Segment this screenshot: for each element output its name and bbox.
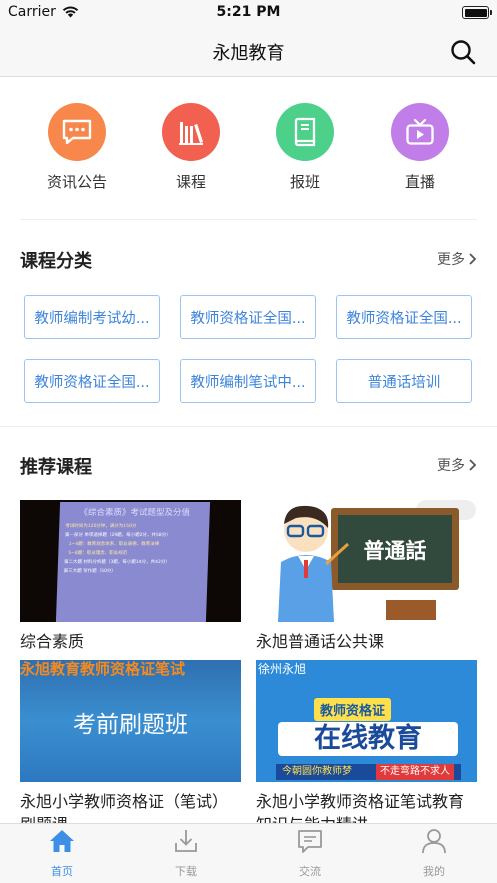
tab-label: 首页: [51, 865, 73, 878]
section-divider: [0, 426, 497, 427]
chat-bubble-icon: [62, 119, 92, 145]
thumbnail-slogan: 今朝圆你教师梦 不走弯路不求人: [276, 764, 461, 780]
blackboard-text: 普通話: [364, 538, 427, 563]
tab-bar: 首页 下载 交流 我的: [0, 823, 497, 883]
category-label: 教师编制考试幼...: [34, 310, 150, 327]
category-more-link[interactable]: 更多: [437, 249, 477, 269]
teacher-illustration: 普通話: [278, 500, 476, 622]
category-button[interactable]: 教师资格证全国...: [180, 295, 316, 339]
category-label: 教师资格证全国...: [34, 374, 150, 391]
category-label: 普通话培训: [367, 374, 441, 391]
course-thumbnail: 《综合素质》考试题型及分值 考试时间为120分钟，满分为150分 第一部分 单项…: [20, 500, 241, 622]
course-name: 永旭普通话公共课: [256, 632, 385, 651]
thumbnail-slogan-left: 今朝圆你教师梦: [282, 766, 352, 777]
tab-profile[interactable]: 我的: [394, 828, 474, 879]
course-card[interactable]: 《综合素质》考试题型及分值 考试时间为120分钟，满分为150分 第一部分 单项…: [20, 500, 241, 653]
quick-circle-courses: [162, 103, 220, 161]
course-thumbnail: 普通話: [256, 500, 477, 622]
page-title: 永旭教育: [212, 43, 285, 64]
tv-icon: [406, 118, 434, 145]
quick-label-news: 资讯公告: [46, 173, 107, 191]
chevron-right-icon: [469, 253, 477, 265]
thumbnail-title: 在线教育: [278, 722, 458, 756]
status-bar: Carrier 5:21 PM: [0, 0, 497, 26]
slide-line: 第一部分 单项选择题（29题，每小题2分，共58分）: [64, 533, 171, 538]
thumbnail-corner-text: 徐州永旭: [258, 662, 307, 676]
course-name: 永旭小学教师资格证（笔试）刷题课: [20, 792, 229, 826]
chevron-right-icon: [469, 459, 477, 471]
slide-line: 5~8题：职业理念、职业规范: [68, 551, 128, 556]
slide-line: 第二大题 材料分析题（3题，每小题14分，共42分）: [63, 560, 170, 565]
recommended-more-link[interactable]: 更多: [437, 455, 477, 475]
recommended-section-title: 推荐课程: [20, 457, 92, 478]
message-icon: [298, 830, 322, 853]
tab-label: 下载: [175, 865, 197, 878]
tab-label: 我的: [423, 865, 445, 878]
quick-circle-live: [391, 103, 449, 161]
course-thumbnail: 永旭教育教师资格证笔试 考前刷题班: [20, 660, 241, 782]
category-button[interactable]: 教师编制考试幼...: [24, 295, 160, 339]
category-more-label: 更多: [437, 252, 465, 268]
quick-item-news[interactable]: 资讯公告: [37, 100, 117, 192]
quick-label-courses: 课程: [175, 173, 206, 191]
quick-circle-enroll: [276, 103, 334, 161]
home-icon: [50, 830, 74, 852]
category-button[interactable]: 教师资格证全国...: [336, 295, 472, 339]
recommended-more-label: 更多: [437, 458, 465, 474]
tab-messages[interactable]: 交流: [270, 828, 350, 879]
quick-label-enroll: 报班: [289, 173, 320, 191]
slide-line: 1~4题：教育观念体系、职业道德、教育法律: [68, 542, 160, 547]
tab-home[interactable]: 首页: [22, 828, 102, 879]
tab-download[interactable]: 下载: [146, 828, 226, 879]
thumbnail-tag: 教师资格证: [314, 698, 392, 721]
quick-menu: 资讯公告 课程 报班 直播: [20, 100, 477, 220]
battery-icon: [462, 6, 492, 19]
quick-item-courses[interactable]: 课程: [151, 100, 231, 192]
tab-label: 交流: [299, 865, 321, 878]
quick-label-live: 直播: [404, 173, 435, 191]
course-name: 综合素质: [20, 632, 85, 651]
course-name: 永旭小学教师资格证笔试教育知识与能力精讲: [256, 792, 465, 826]
quick-item-live[interactable]: 直播: [380, 100, 460, 192]
books-icon: [179, 122, 204, 145]
slide-line: 第三大题 写作题（50分）: [63, 569, 116, 574]
thumbnail-title: 考前刷题班: [73, 712, 188, 738]
category-label: 教师资格证全国...: [190, 310, 306, 327]
course-thumbnail: 徐州永旭 教师资格证 在线教育 今朝圆你教师梦 不走弯路不求人: [256, 660, 477, 782]
category-label: 教师资格证全国...: [346, 310, 462, 327]
quick-item-enroll[interactable]: 报班: [265, 100, 345, 192]
slide-heading: 《综合素质》考试题型及分值: [79, 508, 191, 518]
category-button[interactable]: 教师编制笔试中...: [180, 359, 316, 403]
course-card[interactable]: 徐州永旭 教师资格证 在线教育 今朝圆你教师梦 不走弯路不求人 永旭小学教师资格…: [256, 660, 477, 826]
course-card[interactable]: 普通話 永旭普通话公共课: [256, 500, 477, 653]
thumbnail-banner: 永旭教育教师资格证笔试: [20, 660, 186, 678]
quick-circle-news: [48, 103, 106, 161]
category-button[interactable]: 普通话培训: [336, 359, 472, 403]
thumbnail-slogan-right: 不走弯路不求人: [376, 764, 454, 780]
nav-bar: 永旭教育: [0, 26, 497, 77]
projected-slide: 《综合素质》考试题型及分值 考试时间为120分钟，满分为150分 第一部分 单项…: [55, 502, 211, 622]
category-section-title: 课程分类: [20, 251, 92, 272]
status-time: 5:21 PM: [216, 4, 281, 20]
course-card[interactable]: 永旭教育教师资格证笔试 考前刷题班 永旭小学教师资格证（笔试）刷题课: [20, 660, 241, 826]
category-label: 教师编制笔试中...: [190, 374, 306, 391]
download-icon: [175, 830, 197, 852]
category-button[interactable]: 教师资格证全国...: [24, 359, 160, 403]
user-icon: [422, 829, 446, 854]
slide-line: 考试时间为120分钟，满分为150分: [65, 524, 137, 529]
search-icon[interactable]: [449, 38, 477, 66]
book-icon: [294, 117, 316, 147]
